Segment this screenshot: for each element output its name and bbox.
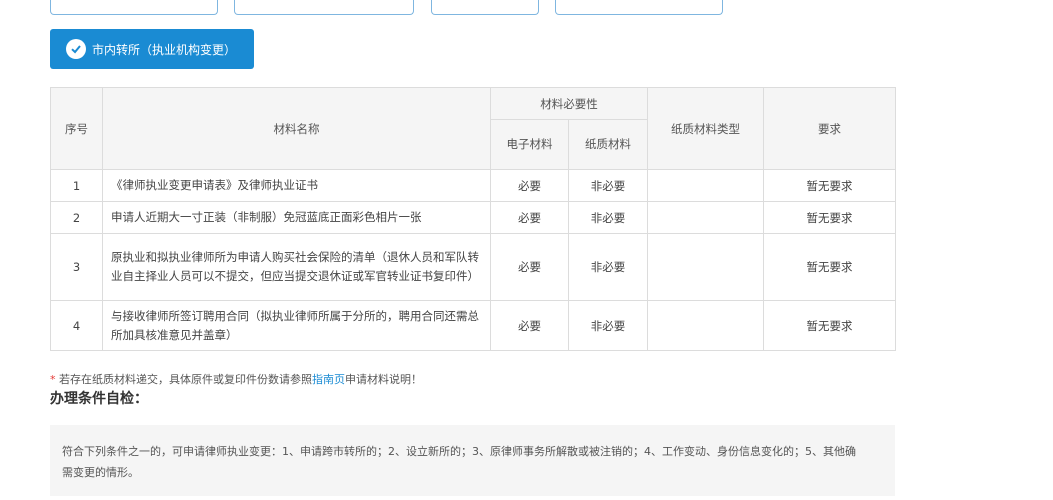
row-index: 4 [50, 300, 103, 351]
section-title-self-check: 办理条件自检： [50, 391, 148, 407]
option-tab-4[interactable] [555, 0, 723, 15]
row-electronic: 必要 [490, 201, 569, 234]
header-paper-type: 纸质材料类型 [647, 87, 764, 170]
guide-page-link[interactable]: 指南页 [312, 373, 345, 386]
row-paper-type [647, 169, 764, 202]
required-star: * [50, 373, 56, 386]
row-requirement: 暂无要求 [763, 233, 896, 301]
row-index: 2 [50, 201, 103, 234]
row-paper-type [647, 233, 764, 301]
option-tab-3[interactable] [431, 0, 539, 15]
option-button-label: 市内转所（执业机构变更） [92, 42, 237, 57]
option-button-city-transfer[interactable]: 市内转所（执业机构变更） [50, 29, 254, 69]
conditions-box: 符合下列条件之一的，可申请律师执业变更：1、申请跨市转所的；2、设立新所的；3、… [50, 425, 895, 496]
row-material-name: 原执业和拟执业律师所为申请人购买社会保险的清单（退休人员和军队转业自主择业人员可… [102, 233, 491, 301]
row-electronic: 必要 [490, 300, 569, 351]
table-row: 3 原执业和拟执业律师所为申请人购买社会保险的清单（退休人员和军队转业自主择业人… [50, 233, 896, 301]
option-tab-2[interactable] [234, 0, 414, 15]
paper-material-note: * 若存在纸质材料递交，具体原件或复印件份数请参照指南页申请材料说明！ [50, 371, 422, 387]
note-text-before: 若存在纸质材料递交，具体原件或复印件份数请参照 [59, 373, 312, 386]
row-material-name: 申请人近期大一寸正装（非制服）免冠蓝底正面彩色相片一张 [102, 201, 491, 234]
header-index: 序号 [50, 87, 103, 170]
header-paper: 纸质材料 [568, 119, 648, 170]
row-material-name: 与接收律师所签订聘用合同（拟执业律师所属于分所的，聘用合同还需总所加具核准意见并… [102, 300, 491, 351]
row-paper-type [647, 201, 764, 234]
row-paper: 非必要 [568, 169, 648, 202]
check-circle-icon [66, 39, 86, 59]
row-electronic: 必要 [490, 233, 569, 301]
row-material-name: 《律师执业变更申请表》及律师执业证书 [102, 169, 491, 202]
row-paper: 非必要 [568, 233, 648, 301]
table-row: 4 与接收律师所签订聘用合同（拟执业律师所属于分所的，聘用合同还需总所加具核准意… [50, 300, 896, 351]
row-requirement: 暂无要求 [763, 169, 896, 202]
row-paper: 非必要 [568, 300, 648, 351]
row-requirement: 暂无要求 [763, 201, 896, 234]
materials-table: 序号 材料名称 材料必要性 纸质材料类型 要求 电子材料 纸质材料 1 《律师执… [50, 87, 896, 351]
header-electronic: 电子材料 [490, 119, 569, 170]
row-index: 3 [50, 233, 103, 301]
row-requirement: 暂无要求 [763, 300, 896, 351]
row-paper: 非必要 [568, 201, 648, 234]
row-index: 1 [50, 169, 103, 202]
table-row: 2 申请人近期大一寸正装（非制服）免冠蓝底正面彩色相片一张 必要 非必要 暂无要… [50, 201, 896, 234]
conditions-text: 符合下列条件之一的，可申请律师执业变更：1、申请跨市转所的；2、设立新所的；3、… [62, 445, 856, 479]
note-text-after: 申请材料说明！ [345, 373, 422, 386]
row-paper-type [647, 300, 764, 351]
header-requirement: 要求 [763, 87, 896, 170]
row-electronic: 必要 [490, 169, 569, 202]
header-material-name: 材料名称 [102, 87, 491, 170]
header-necessity: 材料必要性 [490, 87, 648, 120]
option-tab-1[interactable] [50, 0, 218, 15]
table-row: 1 《律师执业变更申请表》及律师执业证书 必要 非必要 暂无要求 [50, 169, 896, 202]
